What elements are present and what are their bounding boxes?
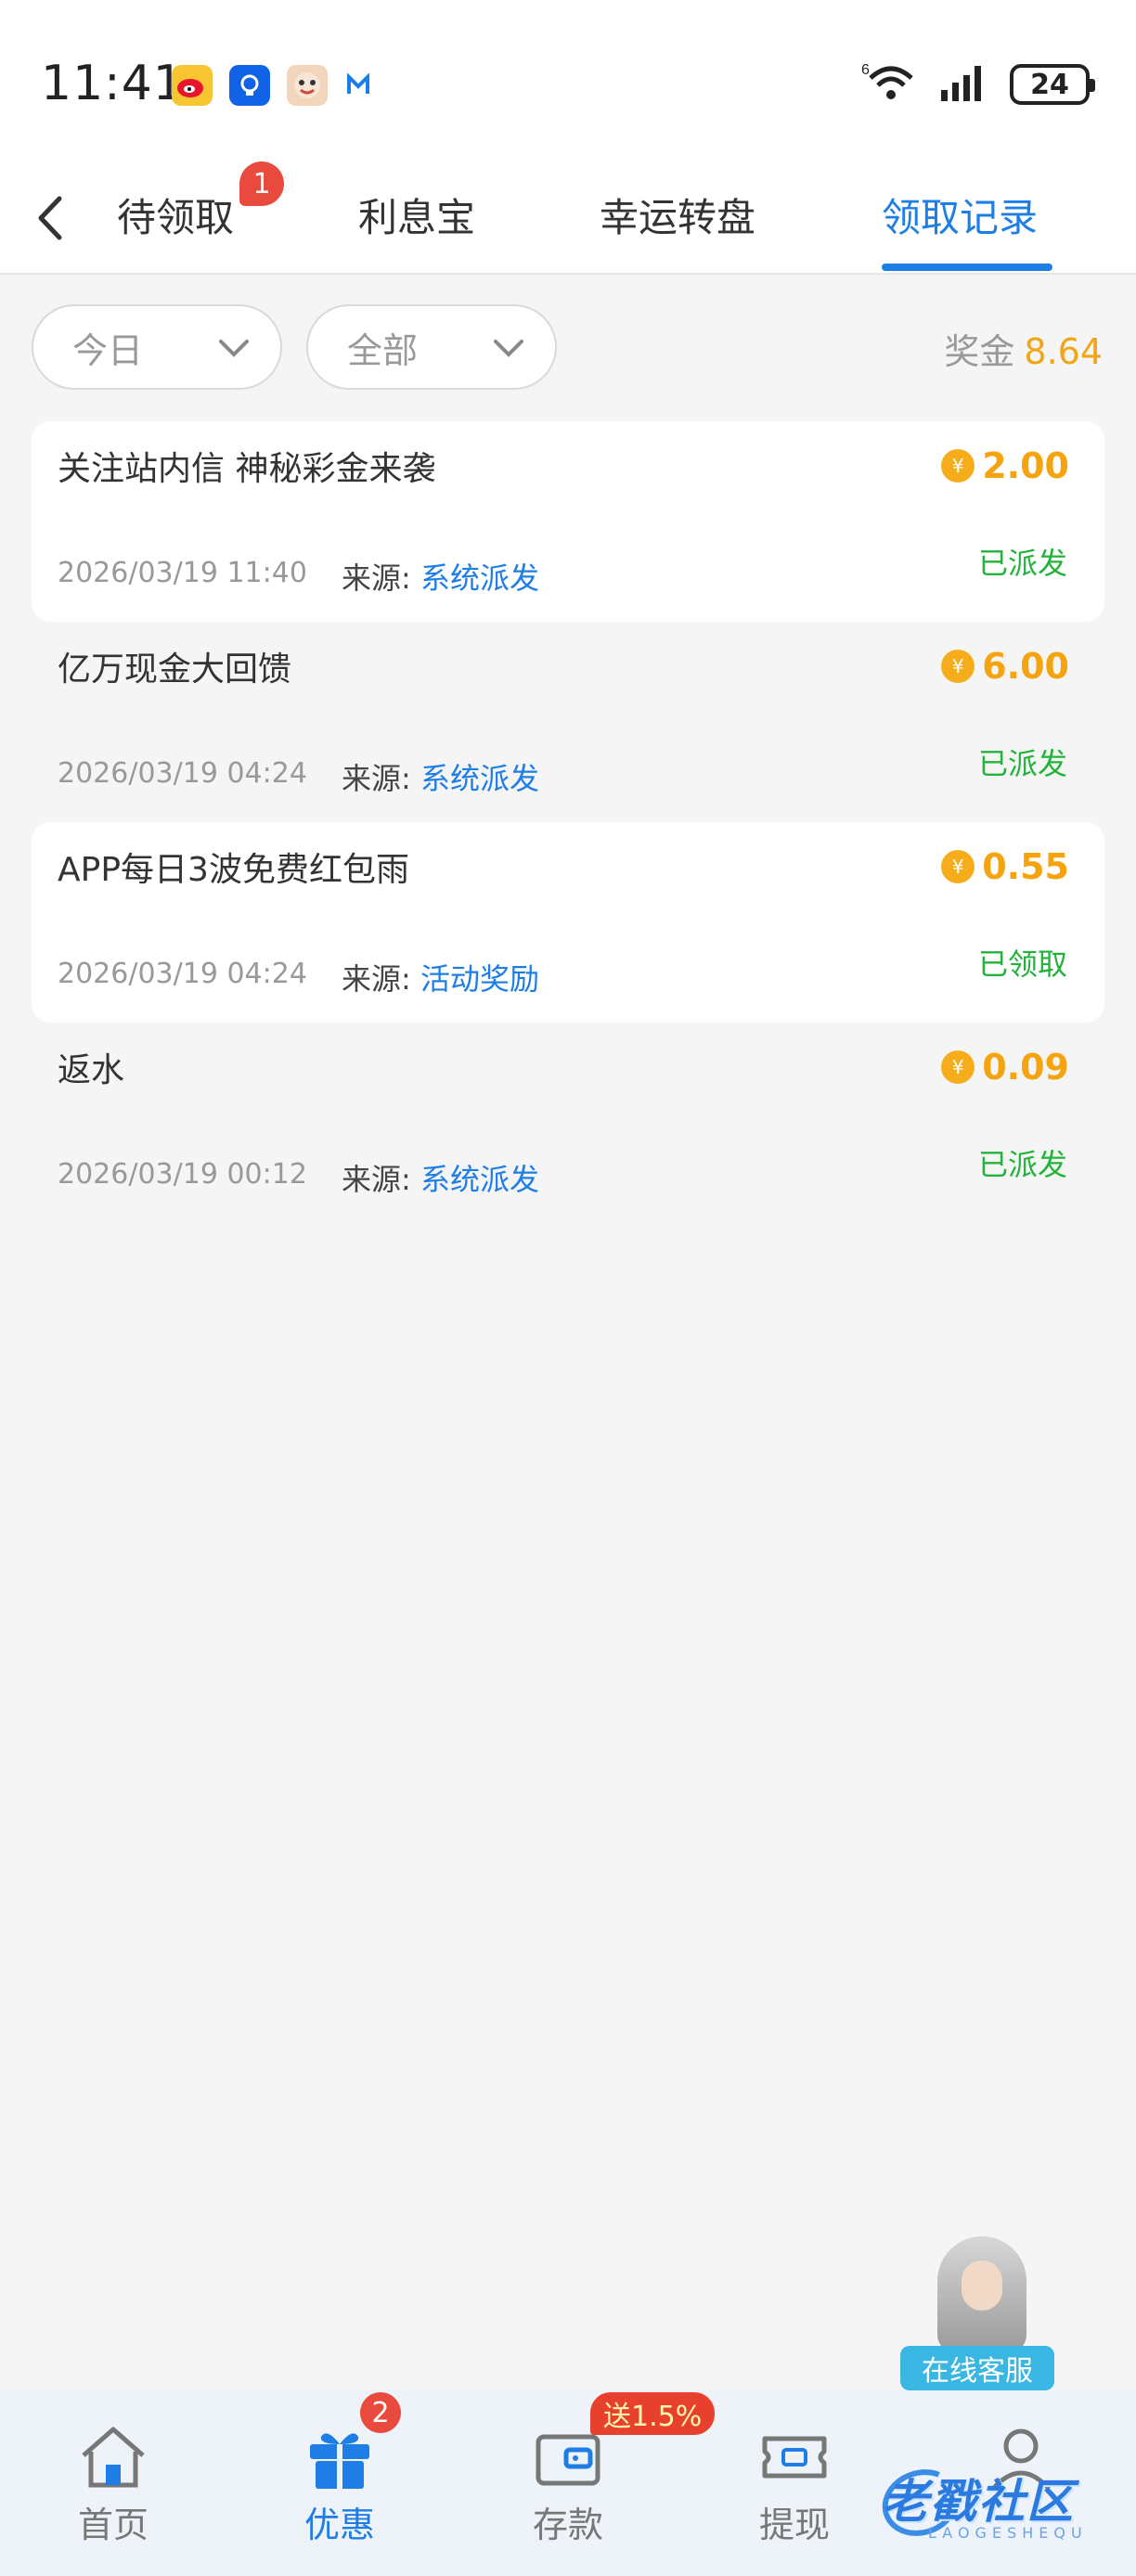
bulb-app-icon (229, 65, 270, 106)
cartoon-app-icon (287, 65, 328, 106)
record-amount-value: 0.09 (982, 1047, 1069, 1088)
nav-promotions[interactable]: 优惠 (275, 2422, 405, 2547)
tab-interest[interactable]: 利息宝 (358, 186, 475, 251)
ticket-icon (757, 2422, 832, 2492)
record-source: 来源: 系统派发 (342, 1156, 539, 1199)
record-source: 来源: 系统派发 (342, 555, 539, 598)
bonus-value: 8.64 (1024, 331, 1103, 372)
record-status: 已派发 (977, 746, 1067, 781)
customer-service-label: 在线客服 (900, 2346, 1054, 2390)
record-source-label: 来源: (342, 560, 411, 596)
record-status: 已领取 (977, 947, 1067, 982)
chevron-down-icon (215, 330, 252, 376)
avatar-face (962, 2260, 1002, 2311)
tab-lucky-wheel[interactable]: 幸运转盘 (600, 186, 755, 251)
signal-icon (939, 64, 989, 105)
bonus-label: 奖金 (944, 331, 1015, 372)
record-source: 来源: 活动奖励 (342, 956, 539, 998)
nav-promotions-badge: 2 (360, 2392, 401, 2433)
coin-icon: ¥ (941, 650, 975, 683)
record-datetime: 2026/03/19 04:24 (58, 757, 307, 790)
nav-deposit[interactable]: 存款 (503, 2422, 633, 2547)
record-title: 亿万现金大回馈 (58, 650, 292, 689)
watermark-logo: 老戳社区 (882, 2475, 1075, 2529)
record-title: 返水 (58, 1051, 125, 1089)
nav-withdraw[interactable]: 提现 (729, 2422, 859, 2547)
nav-promotions-label: 优惠 (303, 2505, 375, 2545)
record-amount-value: 6.00 (982, 646, 1069, 687)
active-tab-indicator (882, 264, 1052, 271)
record-amount: ¥ 0.09 (941, 1047, 1069, 1088)
gift-icon (303, 2422, 377, 2492)
record-amount-value: 2.00 (982, 445, 1069, 486)
date-filter-select[interactable]: 今日 (32, 304, 282, 390)
tab-records[interactable]: 领取记录 (882, 186, 1038, 251)
record-amount: ¥ 2.00 (941, 445, 1069, 486)
tab-pending-badge: 1 (239, 161, 284, 206)
record-amount-value: 0.55 (982, 846, 1069, 887)
deposit-promo-badge: 送1.5% (590, 2392, 716, 2435)
record-source-label: 来源: (342, 961, 411, 997)
back-button[interactable] (35, 187, 82, 252)
type-filter-value: 全部 (347, 329, 419, 371)
coin-icon: ¥ (941, 449, 975, 483)
nav-home[interactable]: 首页 (48, 2422, 178, 2547)
record-status: 已派发 (977, 1147, 1067, 1182)
record-source-value: 系统派发 (420, 761, 539, 796)
coin-icon: ¥ (941, 1050, 975, 1084)
record-item[interactable]: APP每日3波免费红包雨 ¥ 0.55 2026/03/19 04:24 来源:… (32, 822, 1104, 1023)
chevron-down-icon (490, 330, 527, 376)
type-filter-select[interactable]: 全部 (306, 304, 557, 390)
coin-icon: ¥ (941, 850, 975, 883)
record-source: 来源: 系统派发 (342, 755, 539, 798)
record-amount: ¥ 0.55 (941, 846, 1069, 887)
record-datetime: 2026/03/19 04:24 (58, 958, 307, 990)
svg-text:6: 6 (861, 62, 870, 78)
record-source-value: 系统派发 (420, 1162, 539, 1197)
status-bar: 11:41 6 24 (0, 0, 1136, 167)
home-icon (76, 2422, 150, 2492)
record-datetime: 2026/03/19 11:40 (58, 557, 307, 589)
record-source-value: 系统派发 (420, 560, 539, 596)
record-title: 关注站内信 神秘彩金来袭 (58, 450, 436, 488)
nav-deposit-label: 存款 (532, 2505, 603, 2545)
customer-service-button[interactable]: 在线客服 (900, 2236, 1054, 2390)
record-source-label: 来源: (342, 761, 411, 796)
record-datetime: 2026/03/19 00:12 (58, 1158, 307, 1191)
status-time: 11:41 (41, 56, 185, 111)
status-right: 6 24 (861, 61, 1095, 108)
notification-icons (172, 65, 372, 106)
nav-home-label: 首页 (77, 2505, 148, 2545)
date-filter-value: 今日 (72, 329, 144, 371)
wifi-icon: 6 (861, 61, 919, 108)
tab-pending[interactable]: 待领取 (117, 186, 234, 251)
tab-bar: 待领取 利息宝 幸运转盘 领取记录 (0, 167, 1136, 275)
record-item[interactable]: 返水 ¥ 0.09 2026/03/19 00:12 来源: 系统派发 已派发 (32, 1023, 1104, 1223)
m-app-icon (344, 65, 372, 106)
nav-withdraw-label: 提现 (758, 2505, 830, 2545)
customer-service-avatar (937, 2236, 1026, 2353)
chevron-left-icon (35, 195, 63, 245)
record-source-value: 活动奖励 (420, 961, 539, 997)
record-status: 已派发 (977, 546, 1067, 581)
watermark-subtext: LAOGESHEQU (928, 2524, 1088, 2542)
battery-indicator: 24 (1010, 64, 1095, 105)
record-amount: ¥ 6.00 (941, 646, 1069, 687)
record-source-label: 来源: (342, 1162, 411, 1197)
weibo-icon (172, 65, 213, 106)
record-item[interactable]: 亿万现金大回馈 ¥ 6.00 2026/03/19 04:24 来源: 系统派发… (32, 622, 1104, 822)
record-title: APP每日3波免费红包雨 (58, 851, 409, 889)
bonus-summary: 奖金 8.64 (944, 323, 1103, 374)
record-item[interactable]: 关注站内信 神秘彩金来袭 ¥ 2.00 2026/03/19 11:40 来源:… (32, 421, 1104, 622)
